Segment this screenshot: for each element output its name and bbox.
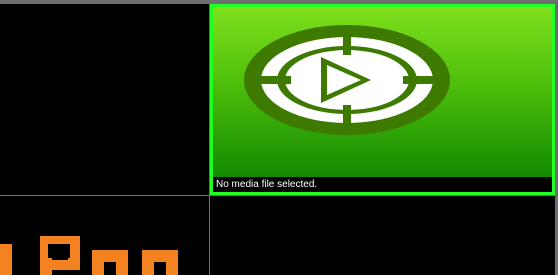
media-thumbnail xyxy=(213,7,552,177)
play-target-icon xyxy=(244,25,450,135)
video-slot-selected[interactable]: No media file selected. xyxy=(210,4,555,195)
grid-divider-vertical xyxy=(209,4,210,275)
video-slot-bottom-right[interactable] xyxy=(210,196,555,275)
media-status-text: No media file selected. xyxy=(213,177,552,192)
video-slot-bottom-left[interactable] xyxy=(0,196,209,275)
logo-mark xyxy=(0,236,178,275)
grid-divider-horizontal xyxy=(0,195,558,196)
video-slot-top-left[interactable] xyxy=(0,4,209,195)
